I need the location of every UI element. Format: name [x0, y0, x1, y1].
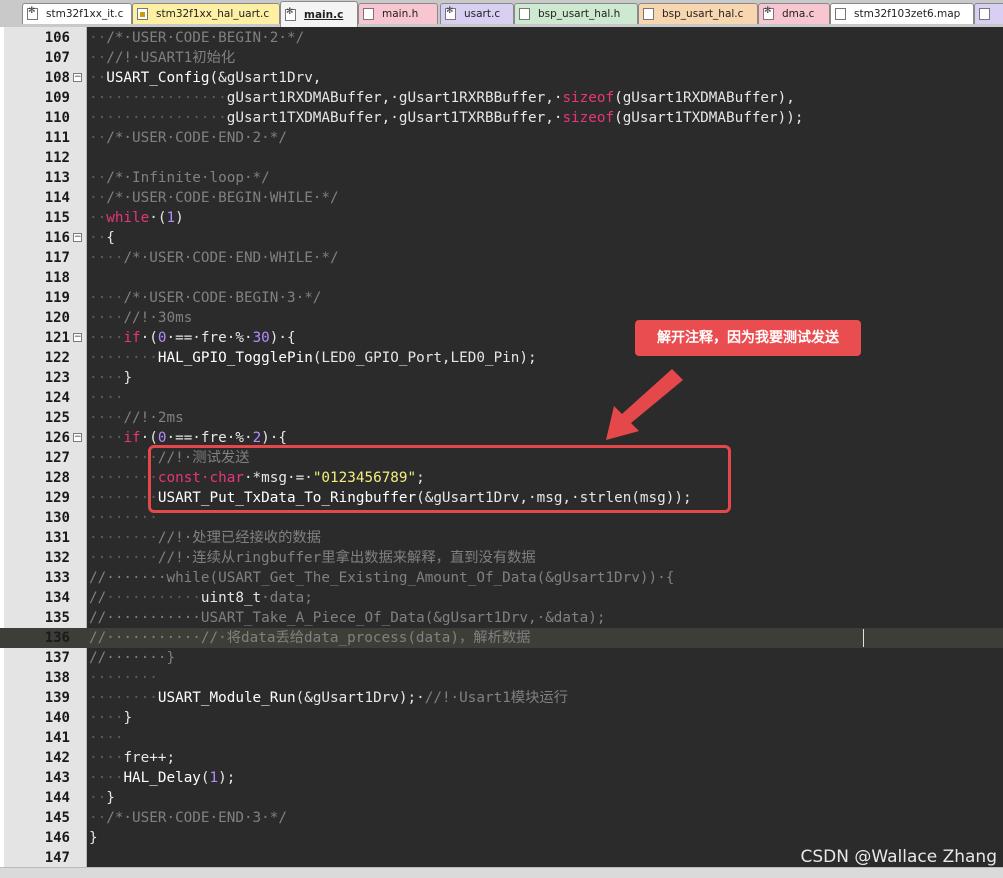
watermark: CSDN @Wallace Zhang	[800, 847, 998, 867]
callout-arrow-icon	[606, 369, 683, 440]
annotation-callout: 解开注释，因为我要测试发送	[635, 320, 861, 356]
